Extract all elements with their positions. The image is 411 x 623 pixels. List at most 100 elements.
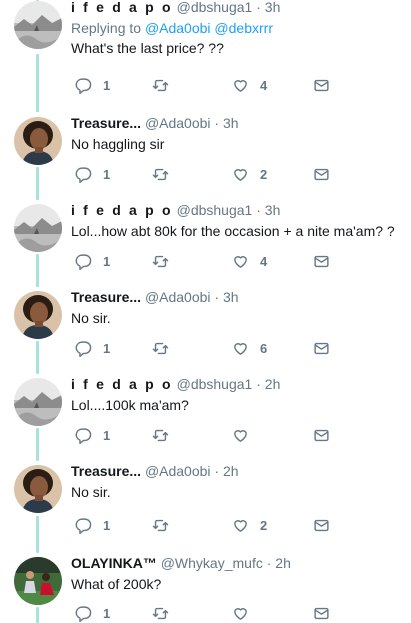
direct-message-button[interactable] — [313, 515, 330, 535]
reply-icon — [75, 77, 92, 94]
reply-button[interactable]: 1 — [75, 515, 110, 535]
timestamp[interactable]: 3h — [223, 115, 239, 131]
retweet-icon — [152, 79, 169, 91]
timestamp[interactable]: 3h — [265, 202, 281, 218]
timestamp[interactable]: 2h — [223, 463, 239, 479]
user-handle[interactable]: @Ada0obi — [145, 115, 211, 131]
tweet-actions: 1 2 — [71, 164, 371, 184]
reply-mentions[interactable]: @Ada0obi @debxrrr — [145, 20, 273, 36]
retweet-icon — [152, 255, 169, 267]
tweet-actions: 1 4 — [71, 251, 371, 271]
reply-button[interactable]: 1 — [75, 425, 110, 445]
retweet-button[interactable] — [152, 75, 180, 95]
avatar[interactable] — [14, 1, 62, 49]
reply-icon — [75, 166, 92, 183]
reply-button[interactable]: 1 — [75, 251, 110, 271]
user-handle[interactable]: @Ada0obi — [145, 463, 211, 479]
like-button[interactable]: 6 — [232, 338, 267, 358]
tweet-text: Lol...how abt 80k for the occasion + a n… — [71, 223, 395, 239]
tweet[interactable]: Treasure... @Ada0obi · 3h No haggling si… — [0, 113, 411, 201]
retweet-button[interactable] — [152, 338, 180, 358]
reply-button[interactable]: 1 — [75, 603, 110, 623]
retweet-button[interactable] — [152, 251, 180, 271]
avatar[interactable] — [14, 378, 62, 426]
reply-count: 1 — [103, 427, 111, 443]
display-name[interactable]: i f e d a p o — [71, 376, 173, 392]
user-handle[interactable]: @dbshuga1 — [177, 202, 253, 218]
tweet-text: No haggling sir — [71, 136, 165, 152]
like-button[interactable] — [232, 425, 260, 445]
retweet-button[interactable] — [152, 425, 180, 445]
direct-message-button[interactable] — [313, 164, 330, 184]
user-handle[interactable]: @dbshuga1 — [177, 376, 253, 392]
direct-message-button[interactable] — [313, 425, 330, 445]
reply-icon — [75, 605, 92, 622]
tweet-header: Treasure... @Ada0obi · 3h — [71, 113, 405, 134]
retweet-icon — [152, 168, 169, 180]
avatar[interactable] — [14, 117, 62, 165]
direct-message-button[interactable] — [313, 603, 330, 623]
user-handle[interactable]: @dbshuga1 — [177, 0, 253, 15]
tweet-text: No sir. — [71, 484, 111, 500]
reply-button[interactable]: 1 — [75, 164, 110, 184]
avatar[interactable] — [14, 557, 62, 605]
avatar[interactable] — [14, 291, 62, 339]
tweet[interactable]: i f e d a p o @dbshuga1 · 3h Replying to… — [0, 0, 411, 107]
like-count: 6 — [260, 340, 268, 356]
retweet-button[interactable] — [152, 515, 180, 535]
retweet-icon — [152, 519, 169, 531]
display-name[interactable]: Treasure... — [71, 463, 141, 479]
user-handle[interactable]: @Whykay_mufc — [161, 555, 263, 571]
tweet[interactable]: i f e d a p o @dbshuga1 · 2h Lol....100k… — [0, 374, 411, 462]
like-button[interactable]: 2 — [232, 515, 267, 535]
separator: · — [214, 463, 220, 479]
direct-message-icon — [314, 79, 329, 91]
reply-count: 1 — [103, 340, 111, 356]
user-handle[interactable]: @Ada0obi — [145, 289, 211, 305]
direct-message-button[interactable] — [313, 75, 330, 95]
landscape-avatar-image — [14, 204, 62, 252]
woman-avatar-image — [14, 291, 62, 339]
retweet-button[interactable] — [152, 603, 180, 623]
display-name[interactable]: i f e d a p o — [71, 0, 173, 15]
tweet-actions: 1 2 — [71, 515, 371, 535]
tweet[interactable]: i f e d a p o @dbshuga1 · 3h Lol...how a… — [0, 200, 411, 288]
tweet-actions: 1 4 — [71, 75, 371, 95]
tweet-header: i f e d a p o @dbshuga1 · 3h — [71, 200, 405, 221]
display-name[interactable]: OLAYINKA™ — [71, 555, 157, 571]
direct-message-button[interactable] — [313, 338, 330, 358]
direct-message-icon — [314, 342, 329, 354]
avatar[interactable] — [14, 465, 62, 513]
retweet-button[interactable] — [152, 164, 180, 184]
direct-message-icon — [314, 255, 329, 267]
direct-message-icon — [314, 519, 329, 531]
avatar[interactable] — [14, 204, 62, 252]
reply-button[interactable]: 1 — [75, 338, 110, 358]
landscape-avatar-image — [14, 378, 62, 426]
reply-button[interactable]: 1 — [75, 75, 110, 95]
like-button[interactable]: 2 — [232, 164, 267, 184]
tweet[interactable]: OLAYINKA™ @Whykay_mufc · 2h What of 200k… — [0, 553, 411, 623]
display-name[interactable]: i f e d a p o — [71, 202, 173, 218]
tweet[interactable]: Treasure... @Ada0obi · 3h No sir. 1 6 — [0, 287, 411, 375]
tweet-header: i f e d a p o @dbshuga1 · 2h — [71, 374, 405, 395]
like-button[interactable]: 4 — [232, 75, 267, 95]
timestamp[interactable]: 3h — [265, 0, 281, 15]
timestamp[interactable]: 3h — [223, 289, 239, 305]
direct-message-button[interactable] — [313, 251, 330, 271]
direct-message-icon — [314, 168, 329, 180]
timestamp[interactable]: 2h — [275, 555, 291, 571]
tweet[interactable]: Treasure... @Ada0obi · 2h No sir. 1 2 — [0, 461, 411, 549]
tweet-text: Lol....100k ma'am? — [71, 397, 189, 413]
separator: · — [256, 202, 261, 218]
like-button[interactable] — [232, 603, 260, 623]
reply-count: 1 — [103, 77, 111, 93]
timestamp[interactable]: 2h — [265, 376, 281, 392]
like-icon — [234, 519, 247, 532]
display-name[interactable]: Treasure... — [71, 289, 141, 305]
like-count: 2 — [260, 166, 268, 182]
separator: · — [266, 555, 272, 571]
like-icon — [234, 342, 247, 355]
display-name[interactable]: Treasure... — [71, 115, 141, 131]
like-button[interactable]: 4 — [232, 251, 267, 271]
